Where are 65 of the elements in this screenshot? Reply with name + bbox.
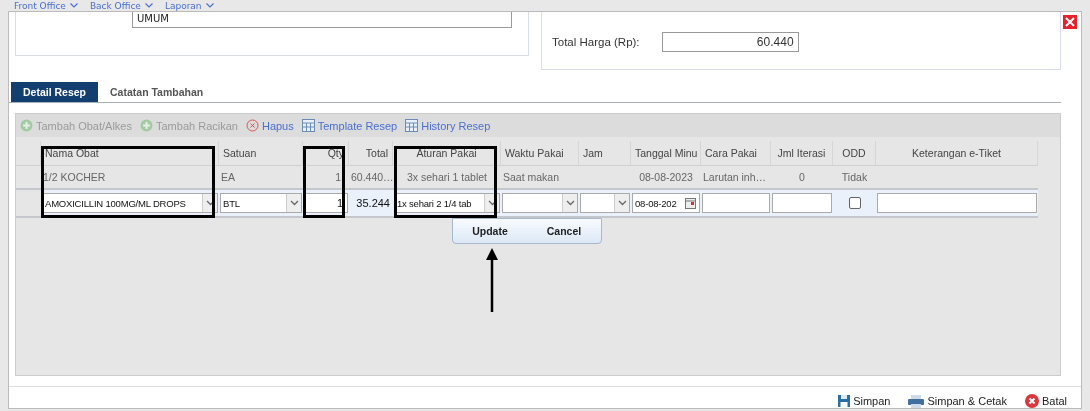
dropdown-field[interactable]: AMOXICILLIN 100MG/ML DROPS <box>42 193 218 213</box>
table-cell: 1 <box>335 171 341 183</box>
table-cell: Saat makan <box>503 171 560 183</box>
dropdown-field[interactable] <box>502 193 578 213</box>
close-button[interactable] <box>1063 15 1077 29</box>
footer-button[interactable]: Batal <box>1024 394 1067 408</box>
table-cell: 08-08-2023 <box>639 171 693 183</box>
column-header[interactable]: ODD <box>833 141 876 166</box>
chevron-down-icon[interactable] <box>69 3 78 8</box>
table-cell: EA <box>221 171 235 183</box>
dropdown-field[interactable]: BTL <box>220 193 302 213</box>
input-field[interactable] <box>702 193 770 213</box>
input-field[interactable]: UMUM <box>132 12 512 28</box>
nav-menu-item[interactable]: Back Office <box>89 0 141 11</box>
input-field[interactable] <box>877 193 1037 213</box>
chevron-down-icon <box>205 200 215 206</box>
chevron-down-icon[interactable] <box>144 3 153 8</box>
toolbar-button[interactable]: History Resep <box>405 119 491 132</box>
table-cell: 60.440… <box>351 171 394 183</box>
nav-menu-item[interactable]: Laporan <box>164 0 202 11</box>
highlight-frame <box>303 146 345 218</box>
column-header[interactable]: Keterangan e-Tiket <box>876 141 1038 166</box>
nav-menu-item[interactable]: Front Office <box>14 0 66 11</box>
chevron-down-icon <box>487 200 497 206</box>
footer-button[interactable]: Simpan <box>838 394 891 408</box>
plus-circle-icon <box>140 119 153 132</box>
table-cell-text: 35.244 <box>355 197 391 209</box>
chevron-down-icon <box>289 200 299 206</box>
column-header[interactable]: Total <box>349 141 393 166</box>
column-header[interactable]: Jam <box>579 141 631 166</box>
calendar-icon[interactable] <box>685 197 696 209</box>
table-cell: 3x sehari 1 tablet <box>407 171 487 183</box>
chevron-down-icon[interactable] <box>205 3 214 8</box>
popup-button[interactable]: Update <box>453 219 527 243</box>
table-cell: 0 <box>799 171 805 183</box>
column-header[interactable]: Waktu Pakai <box>501 141 579 166</box>
column-header[interactable]: Jml Iterasi <box>771 141 833 166</box>
popup-button[interactable]: Cancel <box>527 219 601 243</box>
table-icon <box>405 119 419 132</box>
chevron-down-icon <box>565 200 575 206</box>
column-header[interactable]: Aturan Pakai <box>393 141 501 166</box>
column-header[interactable]: Cara Pakai <box>701 141 771 166</box>
dropdown-field[interactable]: 1x sehari 2 1/4 tab <box>394 193 500 213</box>
input-field[interactable] <box>772 193 832 213</box>
tab[interactable]: Detail Resep <box>11 82 99 102</box>
table-cell: Larutan inh… <box>703 171 767 183</box>
annotation-arrow <box>486 248 498 312</box>
toolbar-button[interactable]: Template Resep <box>301 119 398 132</box>
footer-button[interactable]: Simpan & Cetak <box>908 394 1007 408</box>
table-cell: Tidak <box>841 171 868 183</box>
checkbox[interactable] <box>848 197 861 209</box>
chevron-down-icon <box>617 200 627 206</box>
table-icon <box>301 119 315 132</box>
column-header[interactable]: Tanggal Minu <box>631 141 701 166</box>
printer-icon <box>908 394 925 408</box>
dropdown-field[interactable] <box>580 193 630 213</box>
plus-circle-icon <box>20 119 33 132</box>
total-label: Total Harga (Rp): <box>552 36 640 48</box>
total-field[interactable]: 60.440 <box>661 32 799 52</box>
column-header[interactable]: Nama Obat <box>41 141 219 166</box>
x-circle-icon <box>245 119 259 132</box>
tab[interactable]: Catatan Tambahan <box>98 82 216 102</box>
date-field[interactable]: 08-08-202 <box>632 193 700 213</box>
column-header[interactable]: Satuan <box>219 141 303 166</box>
table-cell: 1/2 KOCHER <box>43 171 106 183</box>
